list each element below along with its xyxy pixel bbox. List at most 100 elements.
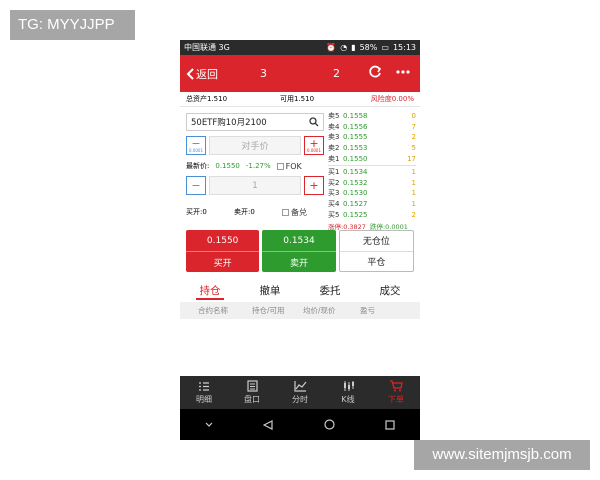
fok-checkbox[interactable]: FOK (276, 161, 302, 171)
cart-icon (390, 380, 403, 392)
checkbox-icon (282, 208, 289, 216)
recents-square-icon[interactable] (385, 419, 395, 430)
column-pnl: 盈亏 (360, 306, 375, 315)
sell-open-label: 卖开 (262, 251, 336, 272)
open-info-row: 买开:0 卖开:0 备兑 (186, 207, 324, 217)
bid-row: 买4 0.1527 1 (328, 200, 416, 209)
fok-label: FOK (285, 161, 302, 171)
tab-orders[interactable]: 委托 (300, 280, 360, 300)
chevron-left-icon (186, 67, 194, 80)
buy-open-label: 买开 (186, 251, 260, 272)
nav-orderbook[interactable]: 盘口 (228, 376, 276, 409)
price-input[interactable]: 对手价 (209, 136, 301, 155)
watermark-top: TG: MYYJJPP (10, 10, 135, 40)
quantity-stepper: − 1 + (186, 176, 324, 195)
column-position: 持仓/可用 (252, 306, 285, 315)
back-triangle-icon[interactable] (263, 419, 273, 430)
price-minus-button[interactable]: − 0.0001 (186, 136, 206, 155)
bottom-nav: 明细 盘口 分时 K线 下单 (180, 376, 420, 409)
ask-row: 卖4 0.1556 7 (328, 122, 416, 131)
ask-row: 卖3 0.1555 2 (328, 133, 416, 142)
app-header: 返回 3 2 (180, 55, 420, 92)
qty-minus-button[interactable]: − (186, 176, 206, 195)
book-icon (246, 380, 258, 392)
tab-trades[interactable]: 成交 (360, 280, 420, 300)
bid-row: 买1 0.1534 1 (328, 168, 416, 177)
contract-code: 50ETF购10月2100 (191, 118, 267, 128)
position-status: 无仓位 (362, 237, 390, 248)
alarm-icon: ⏰ (326, 43, 337, 52)
close-position-label: 平仓 (339, 250, 413, 271)
price-minus-step: 0.0001 (189, 147, 203, 153)
phone-screen: 中国联通 3G ⏰ ◔ ▮ 58% ▭ 15:13 返回 3 2 总资产1.51… (180, 40, 420, 440)
covered-checkbox[interactable]: 备兑 (282, 207, 307, 218)
qty-plus-button[interactable]: + (304, 176, 324, 195)
tab-cancel[interactable]: 撤单 (240, 280, 300, 300)
buy-open-count: 买开:0 (186, 208, 207, 216)
ask-row: 卖1 0.1550 17 (328, 154, 416, 163)
column-contract: 合约名称 (198, 306, 228, 315)
close-position-button[interactable]: 无仓位 平仓 (338, 230, 414, 272)
trade-buttons: 0.1550 买开 0.1534 卖开 无仓位 平仓 (186, 230, 414, 272)
risk-level: 风险度0.00% (370, 95, 414, 103)
latest-price-row: 最新价: 0.1550 -1.27% FOK (186, 161, 324, 171)
ask-row: 卖5 0.1558 0 (328, 112, 416, 121)
time-label: 15:13 (392, 43, 416, 52)
tab-positions[interactable]: 持仓 (180, 280, 240, 300)
covered-label: 备兑 (291, 207, 307, 217)
bid-row: 买2 0.1532 1 (328, 178, 416, 187)
quantity-input[interactable]: 1 (209, 176, 301, 195)
latest-change: -1.27% (245, 162, 271, 170)
order-book: 卖5 0.1558 0 卖4 0.1556 7 卖3 0.1555 2 卖2 0.1553 5 … (328, 111, 416, 231)
nav-label: 分时 (292, 395, 308, 404)
total-assets: 总资产1.510 (186, 95, 228, 103)
back-button[interactable]: 返回 (186, 66, 218, 82)
nav-label: 下单 (388, 395, 404, 404)
header-title-left: 3 (260, 67, 267, 80)
account-summary: 总资产1.510 可用1.510 风险度0.00% (180, 92, 420, 107)
sell-open-button[interactable]: 0.1534 卖开 (262, 230, 336, 272)
order-form: 50ETF购10月2100 − 0.0001 对手价 + 0.0001 最新价:… (186, 113, 324, 217)
price-stepper: − 0.0001 对手价 + 0.0001 (186, 136, 324, 155)
refresh-icon[interactable] (368, 65, 382, 79)
nav-label: 盘口 (244, 395, 260, 404)
buy-open-button[interactable]: 0.1550 买开 (186, 230, 260, 272)
positions-column-header: 合约名称 持仓/可用 均价/现价 盈亏 (180, 302, 420, 319)
battery-icon: ▭ (381, 43, 389, 52)
candlestick-icon (343, 381, 354, 391)
carrier-label: 中国联通 3G (184, 43, 230, 52)
latest-label: 最新价: (186, 162, 210, 170)
home-circle-icon[interactable] (324, 419, 335, 430)
watermark-bottom: www.sitemjmsjb.com (414, 440, 590, 470)
list-icon (199, 381, 209, 391)
nav-timeshare[interactable]: 分时 (276, 376, 324, 409)
nav-detail[interactable]: 明细 (180, 376, 228, 409)
price-plus-button[interactable]: + 0.0001 (304, 136, 324, 155)
chart-line-icon (293, 381, 306, 392)
book-divider (328, 164, 416, 166)
buy-price: 0.1550 (206, 235, 239, 246)
nav-kline[interactable]: K线 (324, 376, 372, 409)
more-icon[interactable] (396, 70, 410, 74)
battery-label: 58% (359, 43, 378, 52)
price-plus-step: 0.0001 (307, 147, 321, 153)
bid-row: 买5 0.1525 2 (328, 210, 416, 219)
header-title-right: 2 (333, 67, 340, 80)
latest-price: 0.1550 (215, 162, 240, 170)
system-nav-bar (180, 409, 420, 440)
column-price: 均价/现价 (303, 306, 336, 315)
search-icon[interactable] (309, 117, 319, 127)
position-tabs: 持仓 撤单 委托 成交 (180, 280, 420, 300)
available-funds: 可用1.510 (280, 95, 315, 103)
sell-open-count: 卖开:0 (234, 208, 255, 216)
chevron-down-icon[interactable] (205, 422, 213, 428)
nav-label: K线 (341, 395, 355, 404)
signal-icon: ▮ (351, 43, 356, 52)
checkbox-icon (276, 162, 284, 170)
bid-row: 买3 0.1530 1 (328, 189, 416, 198)
contract-input[interactable]: 50ETF购10月2100 (186, 113, 324, 131)
ask-row: 卖2 0.1553 5 (328, 144, 416, 153)
status-bar: 中国联通 3G ⏰ ◔ ▮ 58% ▭ 15:13 (180, 40, 420, 55)
nav-place-order[interactable]: 下单 (372, 376, 420, 409)
nav-label: 明细 (196, 394, 212, 404)
